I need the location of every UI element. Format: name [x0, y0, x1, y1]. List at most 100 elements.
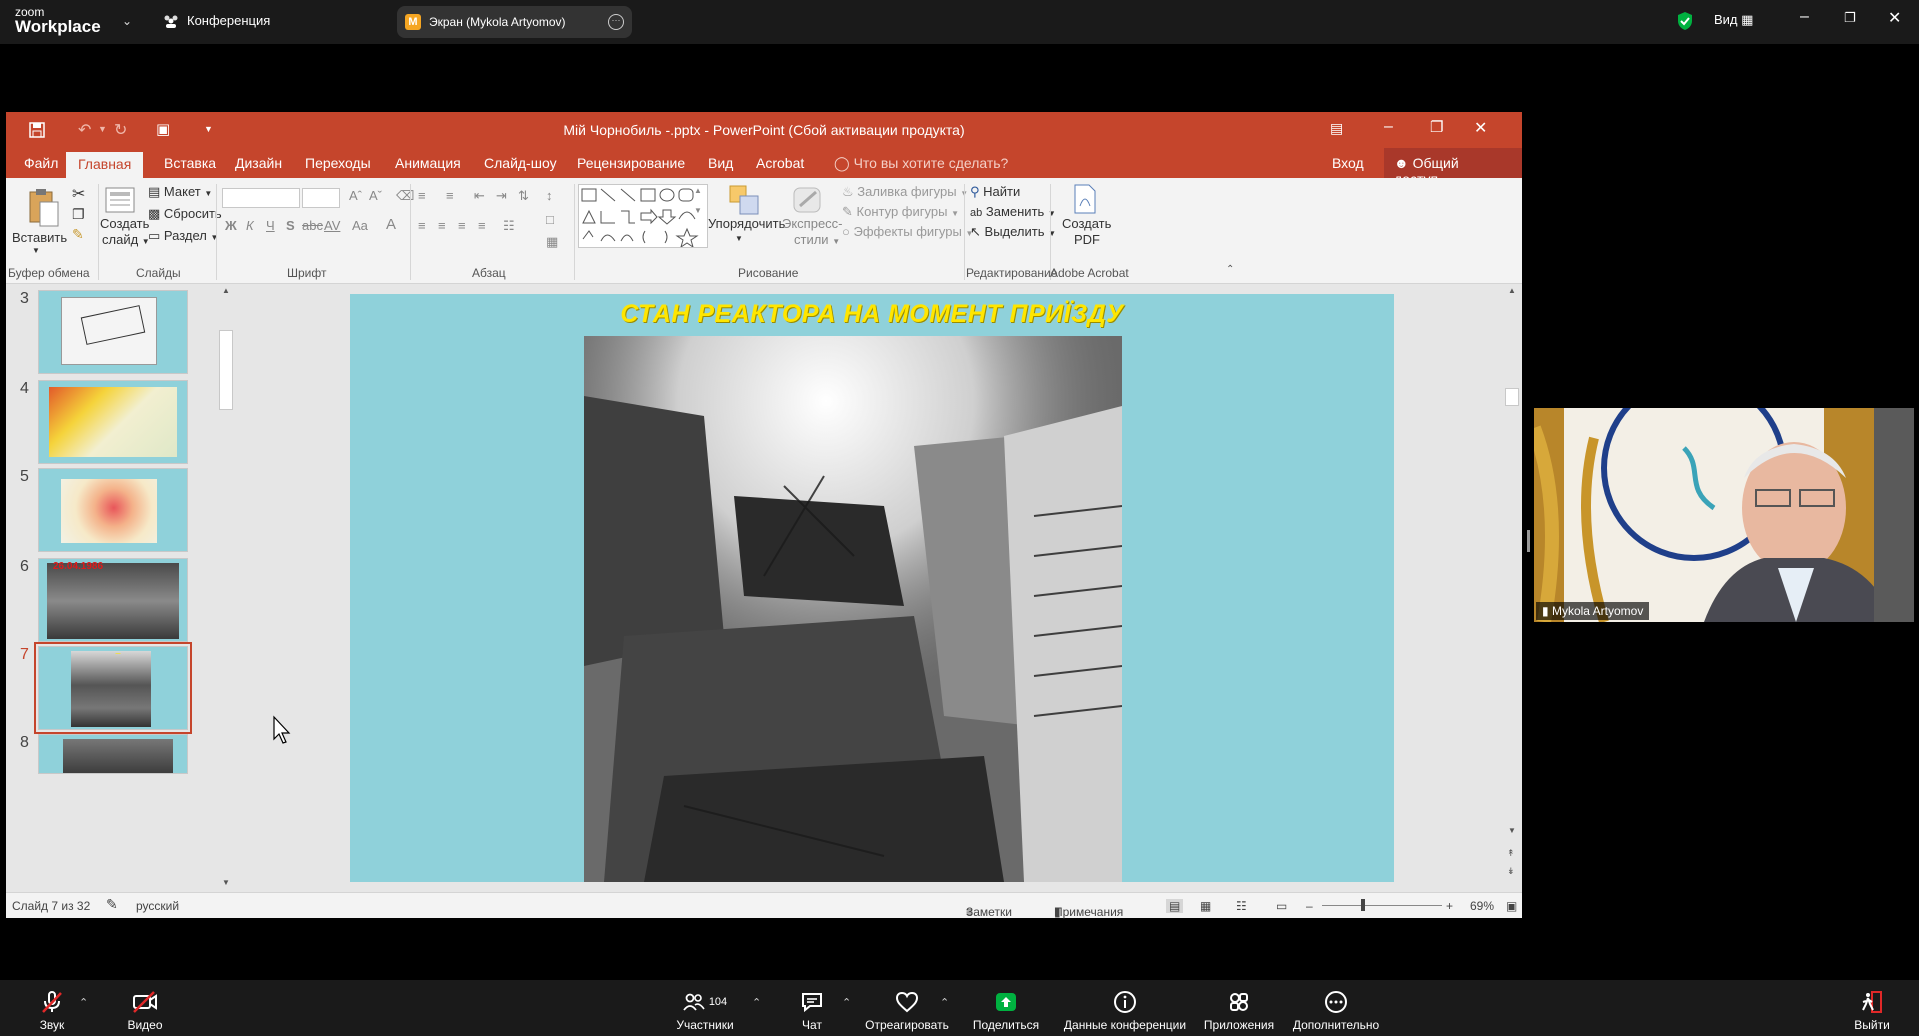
arrange-icon[interactable]	[728, 184, 762, 216]
tab-review[interactable]: Рецензирование	[577, 155, 685, 171]
line-spacing-icon[interactable]: ⇅	[518, 188, 529, 204]
decrease-indent-icon[interactable]: ⇤	[474, 188, 485, 204]
conference-button[interactable]: Конференция	[163, 13, 270, 28]
slide-thumbnail-4[interactable]	[38, 380, 188, 464]
paste-dropdown-icon[interactable]: ▼	[32, 246, 40, 255]
tab-animations[interactable]: Анимация	[395, 155, 461, 171]
create-pdf-label-2[interactable]: PDF	[1074, 232, 1100, 247]
clear-format-icon[interactable]: ⌫	[396, 188, 414, 204]
reading-view-icon[interactable]: ☷	[1236, 899, 1247, 913]
tab-view[interactable]: Вид	[708, 155, 733, 171]
quick-styles-button[interactable]: стили ▼	[794, 232, 840, 247]
slide-thumbnail-7[interactable]: —	[34, 642, 192, 734]
justify-icon[interactable]: ≡	[478, 218, 486, 233]
chevron-down-icon[interactable]: ⌄	[122, 14, 132, 28]
shape-outline-button[interactable]: ✎ Контур фигуры ▼	[842, 204, 959, 220]
italic-button[interactable]: К	[246, 218, 254, 233]
chat-button[interactable]: Чат	[792, 990, 832, 1032]
shape-fill-button[interactable]: ♨ Заливка фигуры ▼	[842, 184, 968, 200]
columns-icon[interactable]: ☷	[503, 218, 515, 234]
tab-transitions[interactable]: Переходы	[305, 155, 371, 171]
apps-button[interactable]: Приложения	[1200, 990, 1278, 1032]
align-text-icon[interactable]: □	[546, 212, 554, 227]
more-button[interactable]: Дополнительно	[1290, 990, 1382, 1032]
font-color-button[interactable]: A	[386, 216, 396, 233]
caret-up-icon[interactable]: ⌃	[940, 996, 949, 1009]
zoom-in-icon[interactable]: +	[1446, 899, 1453, 913]
reactor-photo[interactable]	[584, 336, 1122, 882]
text-direction-icon[interactable]: ↕	[546, 188, 553, 203]
arrange-button[interactable]: Упорядочить	[708, 216, 785, 231]
caret-up-icon[interactable]: ⌃	[752, 996, 761, 1009]
video-button[interactable]: Видео	[120, 990, 170, 1032]
signin-link[interactable]: Вход	[1332, 155, 1364, 171]
shapes-gallery[interactable]	[578, 184, 708, 249]
participants-button[interactable]: 104 Участники	[670, 990, 740, 1032]
new-slide-icon[interactable]	[104, 184, 138, 216]
create-pdf-label-1[interactable]: Создать	[1062, 216, 1111, 231]
ppt-restore-icon[interactable]: ❐	[1430, 118, 1443, 136]
zoom-slider-track[interactable]	[1322, 905, 1442, 906]
paste-button[interactable]: Вставить	[12, 230, 67, 245]
restore-icon[interactable]: ❐	[1844, 10, 1856, 26]
meeting-info-button[interactable]: Данные конференции	[1060, 990, 1190, 1032]
view-button[interactable]: Вид ▦	[1714, 12, 1753, 28]
screen-share-indicator[interactable]: M Экран (Mykola Artyomov) ···	[397, 6, 632, 38]
reset-button[interactable]: ▩ Сбросить	[148, 206, 222, 222]
tab-design[interactable]: Дизайн	[235, 155, 282, 171]
numbering-icon[interactable]: ≡	[446, 188, 454, 203]
tab-acrobat[interactable]: Acrobat	[756, 155, 804, 171]
ppt-minimize-icon[interactable]: –	[1384, 118, 1393, 136]
font-name-input[interactable]	[222, 188, 300, 208]
tab-file[interactable]: Файл	[24, 155, 58, 171]
zoom-out-icon[interactable]: –	[1306, 899, 1313, 913]
shrink-font-icon[interactable]: Aˇ	[369, 188, 382, 203]
previous-slide-icon[interactable]: ↟	[1507, 848, 1515, 859]
more-icon[interactable]: ···	[608, 14, 624, 30]
tab-insert[interactable]: Вставка	[164, 155, 216, 171]
find-button[interactable]: ⚲ Найти	[970, 184, 1020, 200]
pdf-icon[interactable]	[1072, 184, 1098, 214]
current-slide[interactable]: СТАН РЕАКТОРА НА МОМЕНТ ПРИЇЗДУ	[350, 294, 1394, 882]
shield-check-icon[interactable]	[1676, 11, 1694, 31]
slide-thumbnail-8[interactable]	[38, 734, 188, 774]
new-slide-button[interactable]: слайд ▼	[102, 232, 150, 247]
smartart-icon[interactable]: ▦	[546, 234, 558, 250]
zoom-slider-knob[interactable]	[1361, 899, 1366, 911]
format-painter-icon[interactable]: ✎	[72, 226, 84, 243]
increase-indent-icon[interactable]: ⇥	[496, 188, 507, 204]
scroll-thumb[interactable]	[1505, 388, 1519, 406]
minimize-icon[interactable]: –	[1800, 8, 1809, 26]
slide-thumbnail-5[interactable]	[38, 468, 188, 552]
slide-title[interactable]: СТАН РЕАКТОРА НА МОМЕНТ ПРИЇЗДУ	[350, 300, 1394, 329]
share-screen-button[interactable]: Поделиться	[970, 990, 1042, 1032]
participant-video-tile[interactable]: ▮ Mykola Artyomov	[1534, 408, 1914, 622]
font-size-input[interactable]	[302, 188, 340, 208]
gallery-down-icon[interactable]: ▼	[694, 206, 702, 215]
quick-styles-label-1[interactable]: Экспресс-	[782, 216, 843, 231]
scroll-up-icon[interactable]: ▲	[1508, 286, 1516, 295]
char-spacing-button[interactable]: AV	[324, 218, 340, 233]
react-button[interactable]: Отреагировать	[862, 990, 952, 1032]
normal-view-icon[interactable]: ▤	[1166, 899, 1184, 913]
quick-styles-icon[interactable]	[790, 184, 824, 216]
grow-font-icon[interactable]: Aˆ	[349, 188, 362, 203]
change-case-button[interactable]: Aa	[352, 218, 368, 233]
caret-up-icon[interactable]: ⌃	[842, 996, 851, 1009]
slide-editor[interactable]: СТАН РЕАКТОРА НА МОМЕНТ ПРИЇЗДУ ▲ ▼ ↟ ↡	[236, 284, 1522, 892]
fit-slide-icon[interactable]: ▣	[1506, 899, 1517, 913]
tab-home[interactable]: Главная	[66, 152, 144, 178]
bold-button[interactable]: Ж	[225, 218, 237, 233]
cut-icon[interactable]: ✂	[72, 184, 85, 204]
close-icon[interactable]: ✕	[1888, 8, 1901, 28]
video-panel-resize-handle[interactable]	[1527, 530, 1530, 552]
shape-effects-button[interactable]: ○ Эффекты фигуры ▼	[842, 224, 973, 239]
align-left-icon[interactable]: ≡	[418, 218, 426, 233]
gallery-up-icon[interactable]: ▲	[694, 186, 702, 195]
paste-icon[interactable]	[26, 186, 60, 228]
align-right-icon[interactable]: ≡	[458, 218, 466, 233]
replace-button[interactable]: ab Заменить ▼	[970, 204, 1056, 219]
next-slide-icon[interactable]: ↡	[1507, 866, 1515, 877]
slide-thumbnail-3[interactable]	[38, 290, 188, 374]
scroll-thumb[interactable]	[219, 330, 233, 410]
